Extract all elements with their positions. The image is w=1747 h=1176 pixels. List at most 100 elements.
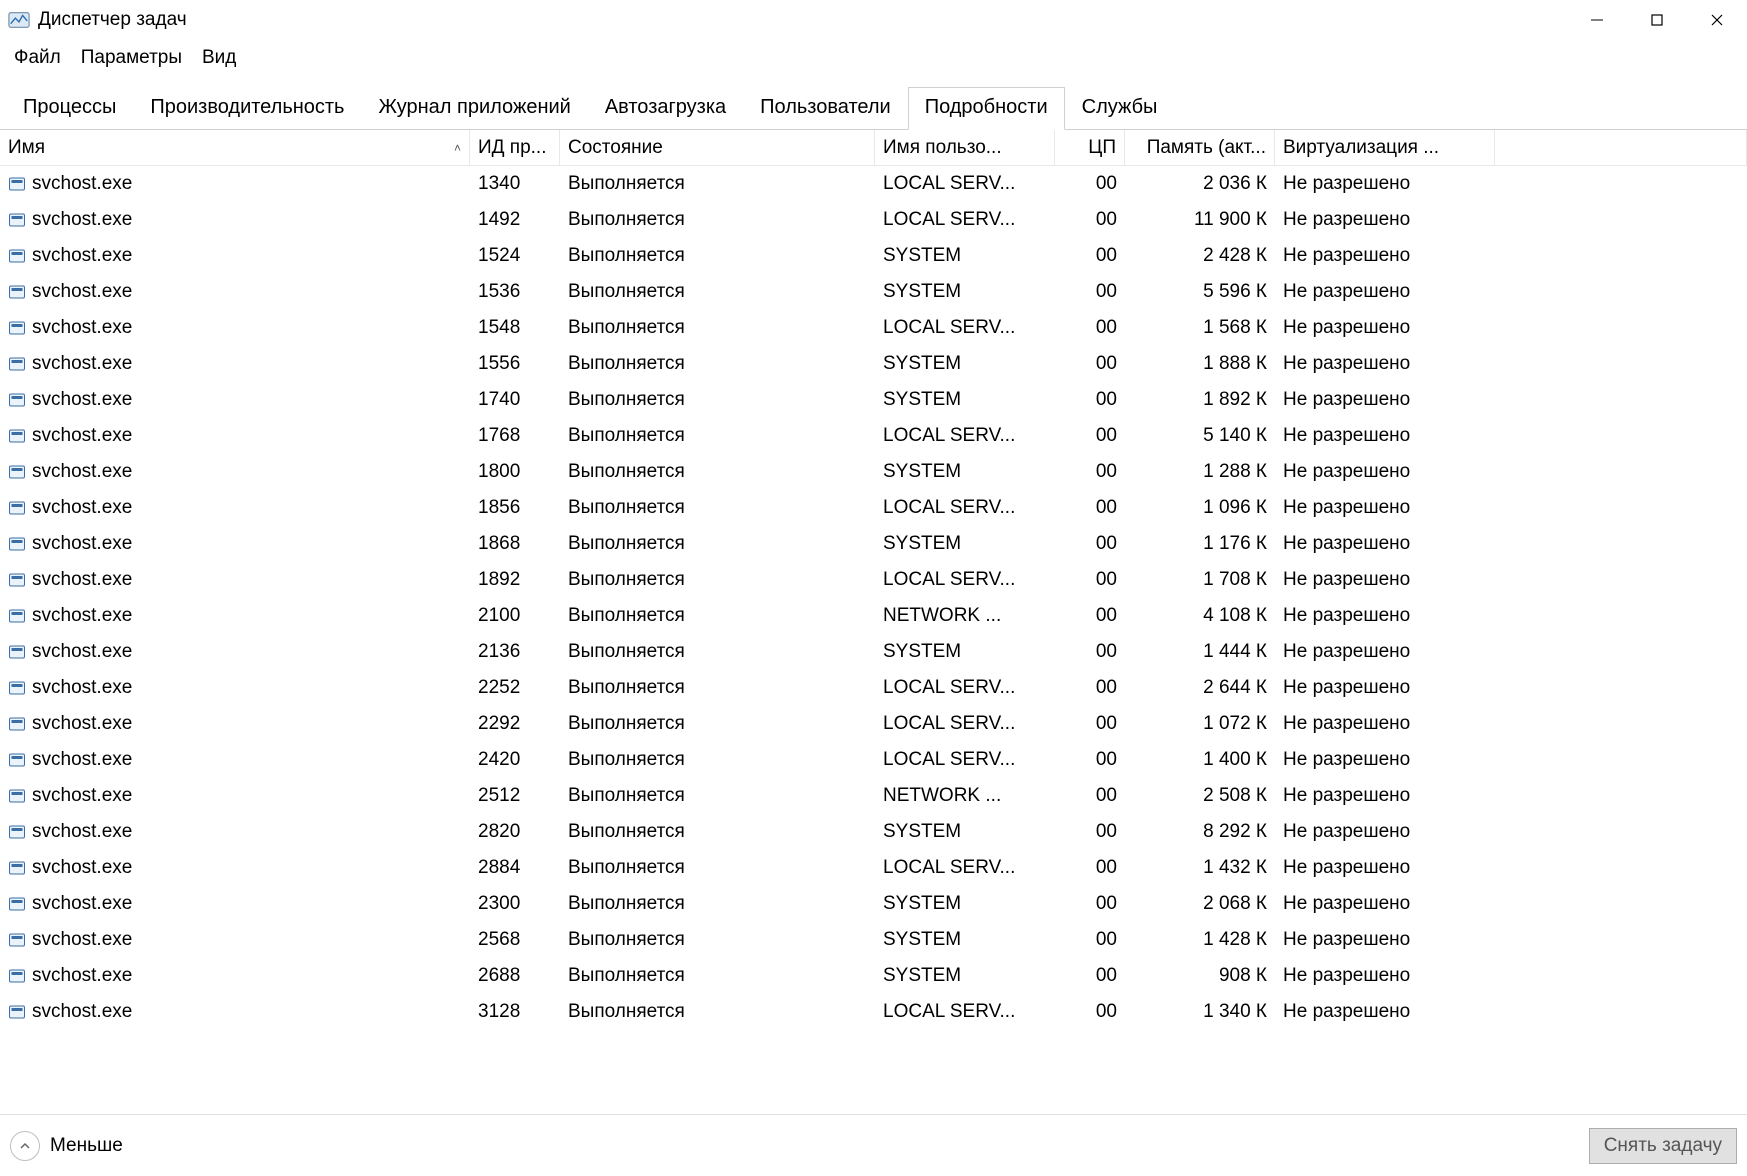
process-cpu: 00 [1055, 605, 1125, 627]
tab-users[interactable]: Пользователи [743, 87, 908, 130]
table-row[interactable]: svchost.exe1492ВыполняетсяLOCAL SERV...0… [0, 202, 1747, 238]
table-row[interactable]: svchost.exe1892ВыполняетсяLOCAL SERV...0… [0, 562, 1747, 598]
tab-processes[interactable]: Процессы [6, 87, 133, 130]
process-cpu: 00 [1055, 641, 1125, 663]
table-row[interactable]: svchost.exe1740ВыполняетсяSYSTEM001 892 … [0, 382, 1747, 418]
process-user: SYSTEM [875, 821, 1055, 843]
minimize-button[interactable] [1567, 0, 1627, 40]
tab-performance[interactable]: Производительность [133, 87, 361, 130]
process-status: Выполняется [560, 209, 875, 231]
table-row[interactable]: svchost.exe2292ВыполняетсяLOCAL SERV...0… [0, 706, 1747, 742]
maximize-button[interactable] [1627, 0, 1687, 40]
column-status[interactable]: Состояние [560, 130, 875, 165]
table-body[interactable]: svchost.exe1340ВыполняетсяLOCAL SERV...0… [0, 166, 1747, 1114]
process-user: SYSTEM [875, 893, 1055, 915]
process-user: SYSTEM [875, 389, 1055, 411]
process-virtualization: Не разрешено [1275, 533, 1495, 555]
process-name: svchost.exe [32, 641, 132, 663]
process-virtualization: Не разрешено [1275, 209, 1495, 231]
process-virtualization: Не разрешено [1275, 749, 1495, 771]
process-name: svchost.exe [32, 425, 132, 447]
process-status: Выполняется [560, 173, 875, 195]
tab-startup[interactable]: Автозагрузка [588, 87, 743, 130]
table-row[interactable]: svchost.exe1536ВыполняетсяSYSTEM005 596 … [0, 274, 1747, 310]
table-row[interactable]: svchost.exe2252ВыполняетсяLOCAL SERV...0… [0, 670, 1747, 706]
process-name: svchost.exe [32, 209, 132, 231]
table-row[interactable]: svchost.exe2136ВыполняетсяSYSTEM001 444 … [0, 634, 1747, 670]
column-virtualization[interactable]: Виртуализация ... [1275, 130, 1495, 165]
table-row[interactable]: svchost.exe2884ВыполняетсяLOCAL SERV...0… [0, 850, 1747, 886]
process-memory: 1 072 К [1125, 713, 1275, 735]
tab-app-history[interactable]: Журнал приложений [361, 87, 587, 130]
process-memory: 1 892 К [1125, 389, 1275, 411]
table-row[interactable]: svchost.exe1768ВыполняетсяLOCAL SERV...0… [0, 418, 1747, 454]
table-row[interactable]: svchost.exe1524ВыполняетсяSYSTEM002 428 … [0, 238, 1747, 274]
process-user: SYSTEM [875, 245, 1055, 267]
process-cpu: 00 [1055, 461, 1125, 483]
process-virtualization: Не разрешено [1275, 497, 1495, 519]
table-row[interactable]: svchost.exe2568ВыполняетсяSYSTEM001 428 … [0, 922, 1747, 958]
tab-details[interactable]: Подробности [908, 87, 1065, 130]
process-cpu: 00 [1055, 317, 1125, 339]
column-username[interactable]: Имя пользо... [875, 130, 1055, 165]
process-status: Выполняется [560, 317, 875, 339]
process-virtualization: Не разрешено [1275, 353, 1495, 375]
table-row[interactable]: svchost.exe2688ВыполняетсяSYSTEM00908 КН… [0, 958, 1747, 994]
table-row[interactable]: svchost.exe2420ВыполняетсяLOCAL SERV...0… [0, 742, 1747, 778]
table-row[interactable]: svchost.exe2300ВыполняетсяSYSTEM002 068 … [0, 886, 1747, 922]
process-status: Выполняется [560, 641, 875, 663]
column-name[interactable]: Имя ˄ [0, 130, 470, 165]
process-name: svchost.exe [32, 605, 132, 627]
process-pid: 2420 [470, 749, 560, 771]
close-button[interactable] [1687, 0, 1747, 40]
column-cpu[interactable]: ЦП [1055, 130, 1125, 165]
process-memory: 1 428 К [1125, 929, 1275, 951]
process-pid: 1524 [470, 245, 560, 267]
process-cpu: 00 [1055, 533, 1125, 555]
details-panel: Имя ˄ ИД пр... Состояние Имя пользо... Ц… [0, 130, 1747, 1114]
process-cpu: 00 [1055, 677, 1125, 699]
process-user: SYSTEM [875, 461, 1055, 483]
process-virtualization: Не разрешено [1275, 785, 1495, 807]
process-memory: 2 068 К [1125, 893, 1275, 915]
menu-options[interactable]: Параметры [71, 43, 192, 73]
window-title: Диспетчер задач [38, 9, 187, 31]
column-memory[interactable]: Память (акт... [1125, 130, 1275, 165]
process-memory: 5 596 К [1125, 281, 1275, 303]
process-pid: 2252 [470, 677, 560, 699]
menubar: Файл Параметры Вид [0, 40, 1747, 76]
column-pid[interactable]: ИД пр... [470, 130, 560, 165]
process-cpu: 00 [1055, 713, 1125, 735]
process-name: svchost.exe [32, 353, 132, 375]
table-row[interactable]: svchost.exe2100ВыполняетсяNETWORK ...004… [0, 598, 1747, 634]
process-cpu: 00 [1055, 173, 1125, 195]
process-user: SYSTEM [875, 533, 1055, 555]
process-memory: 5 140 К [1125, 425, 1275, 447]
table-row[interactable]: svchost.exe1548ВыполняетсяLOCAL SERV...0… [0, 310, 1747, 346]
menu-view[interactable]: Вид [192, 43, 246, 73]
process-user: LOCAL SERV... [875, 317, 1055, 339]
process-virtualization: Не разрешено [1275, 569, 1495, 591]
tab-services[interactable]: Службы [1065, 87, 1175, 130]
table-row[interactable]: svchost.exe1868ВыполняетсяSYSTEM001 176 … [0, 526, 1747, 562]
table-row[interactable]: svchost.exe1340ВыполняетсяLOCAL SERV...0… [0, 166, 1747, 202]
process-memory: 1 400 К [1125, 749, 1275, 771]
table-row[interactable]: svchost.exe1856ВыполняетсяLOCAL SERV...0… [0, 490, 1747, 526]
menu-file[interactable]: Файл [4, 43, 71, 73]
process-status: Выполняется [560, 821, 875, 843]
process-cpu: 00 [1055, 425, 1125, 447]
table-row[interactable]: svchost.exe1800ВыполняетсяSYSTEM001 288 … [0, 454, 1747, 490]
process-memory: 1 340 К [1125, 1001, 1275, 1023]
process-user: LOCAL SERV... [875, 1001, 1055, 1023]
table-row[interactable]: svchost.exe1556ВыполняетсяSYSTEM001 888 … [0, 346, 1747, 382]
table-row[interactable]: svchost.exe2820ВыполняетсяSYSTEM008 292 … [0, 814, 1747, 850]
table-row[interactable]: svchost.exe3128ВыполняетсяLOCAL SERV...0… [0, 994, 1747, 1030]
process-name: svchost.exe [32, 281, 132, 303]
end-task-button[interactable]: Снять задачу [1589, 1128, 1737, 1164]
process-cpu: 00 [1055, 569, 1125, 591]
table-row[interactable]: svchost.exe2512ВыполняетсяNETWORK ...002… [0, 778, 1747, 814]
process-icon [8, 427, 26, 445]
fewer-details-button[interactable]: Меньше [10, 1131, 123, 1161]
process-user: LOCAL SERV... [875, 857, 1055, 879]
process-name: svchost.exe [32, 893, 132, 915]
